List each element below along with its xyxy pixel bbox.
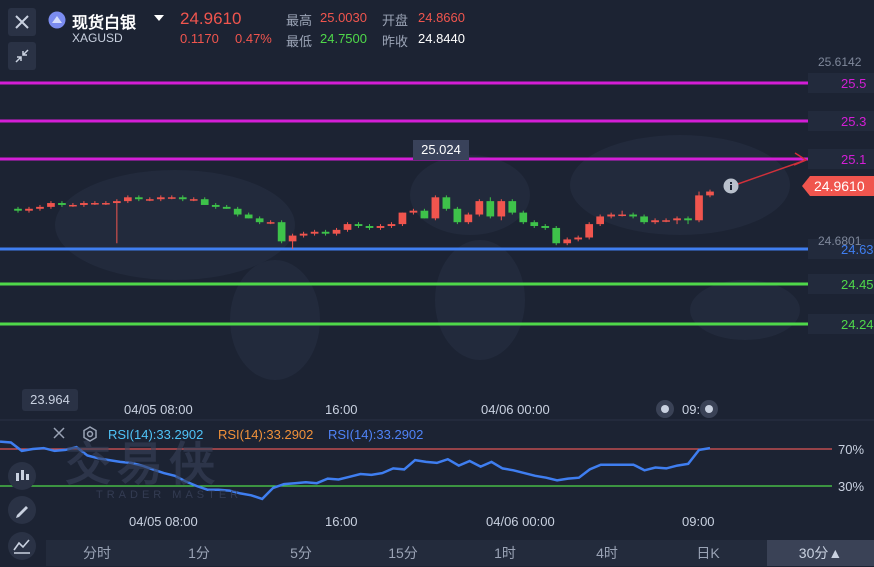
- timeframe-15m[interactable]: 15分: [352, 540, 454, 566]
- pencil-icon: [16, 506, 28, 518]
- timeframe-label: 1分: [188, 545, 210, 561]
- rsi-level-30: 30%: [838, 479, 865, 494]
- svg-text:TRADER MASTER: TRADER MASTER: [96, 489, 242, 501]
- timeframe-label: 30分▲: [798, 545, 843, 561]
- timeframe-4h[interactable]: 4时: [556, 540, 658, 566]
- brand-watermark: 交易侠 TRADER MASTER: [62, 436, 284, 506]
- timeframe-30m-selected[interactable]: 30分▲: [767, 540, 874, 566]
- timeframe-1h[interactable]: 1时: [454, 540, 556, 566]
- rsi-legend-3: RSI(14):33.2902: [328, 427, 424, 442]
- timeframe-label: 分时: [83, 545, 111, 561]
- timeframe-daily[interactable]: 日K: [658, 540, 758, 566]
- timeframe-label: 1时: [494, 545, 516, 561]
- candle-type-button[interactable]: [8, 462, 36, 490]
- trader-master-logo: 交易侠 TRADER MASTER: [65, 438, 242, 501]
- candlestick-icon: [16, 470, 29, 481]
- draw-tool-button[interactable]: [8, 496, 36, 524]
- x-tick-label: 04/06 00:00: [486, 514, 555, 529]
- timeframe-5m[interactable]: 5分: [250, 540, 352, 566]
- x-tick-label: 04/05 08:00: [129, 514, 198, 529]
- timeframe-tick[interactable]: 分时: [46, 540, 148, 566]
- close-icon: [53, 427, 65, 439]
- timeframe-bar: 分时 1分 5分 15分 1时 4时 日K 30分▲: [46, 540, 874, 566]
- timeframe-label: 日K: [696, 545, 720, 561]
- indicator-line-icon: [13, 539, 30, 554]
- timeframe-label: 15分: [388, 545, 418, 561]
- rsi-legend-1: RSI(14):33.2902: [108, 427, 204, 442]
- svg-text:交易侠: 交易侠: [65, 438, 221, 490]
- rsi-legend-close[interactable]: [52, 426, 66, 440]
- rsi-legend-2: RSI(14):33.2902: [218, 427, 314, 442]
- timeframe-1m[interactable]: 1分: [148, 540, 250, 566]
- timeframe-label: 4时: [596, 545, 618, 561]
- indicator-button[interactable]: [8, 532, 36, 560]
- gear-icon: [83, 426, 97, 442]
- rsi-level-70: 70%: [838, 442, 865, 457]
- x-tick-label: 16:00: [325, 514, 358, 529]
- rsi-settings-button[interactable]: [82, 426, 98, 442]
- x-tick-label: 09:00: [682, 514, 715, 529]
- timeframe-label: 5分: [290, 545, 312, 561]
